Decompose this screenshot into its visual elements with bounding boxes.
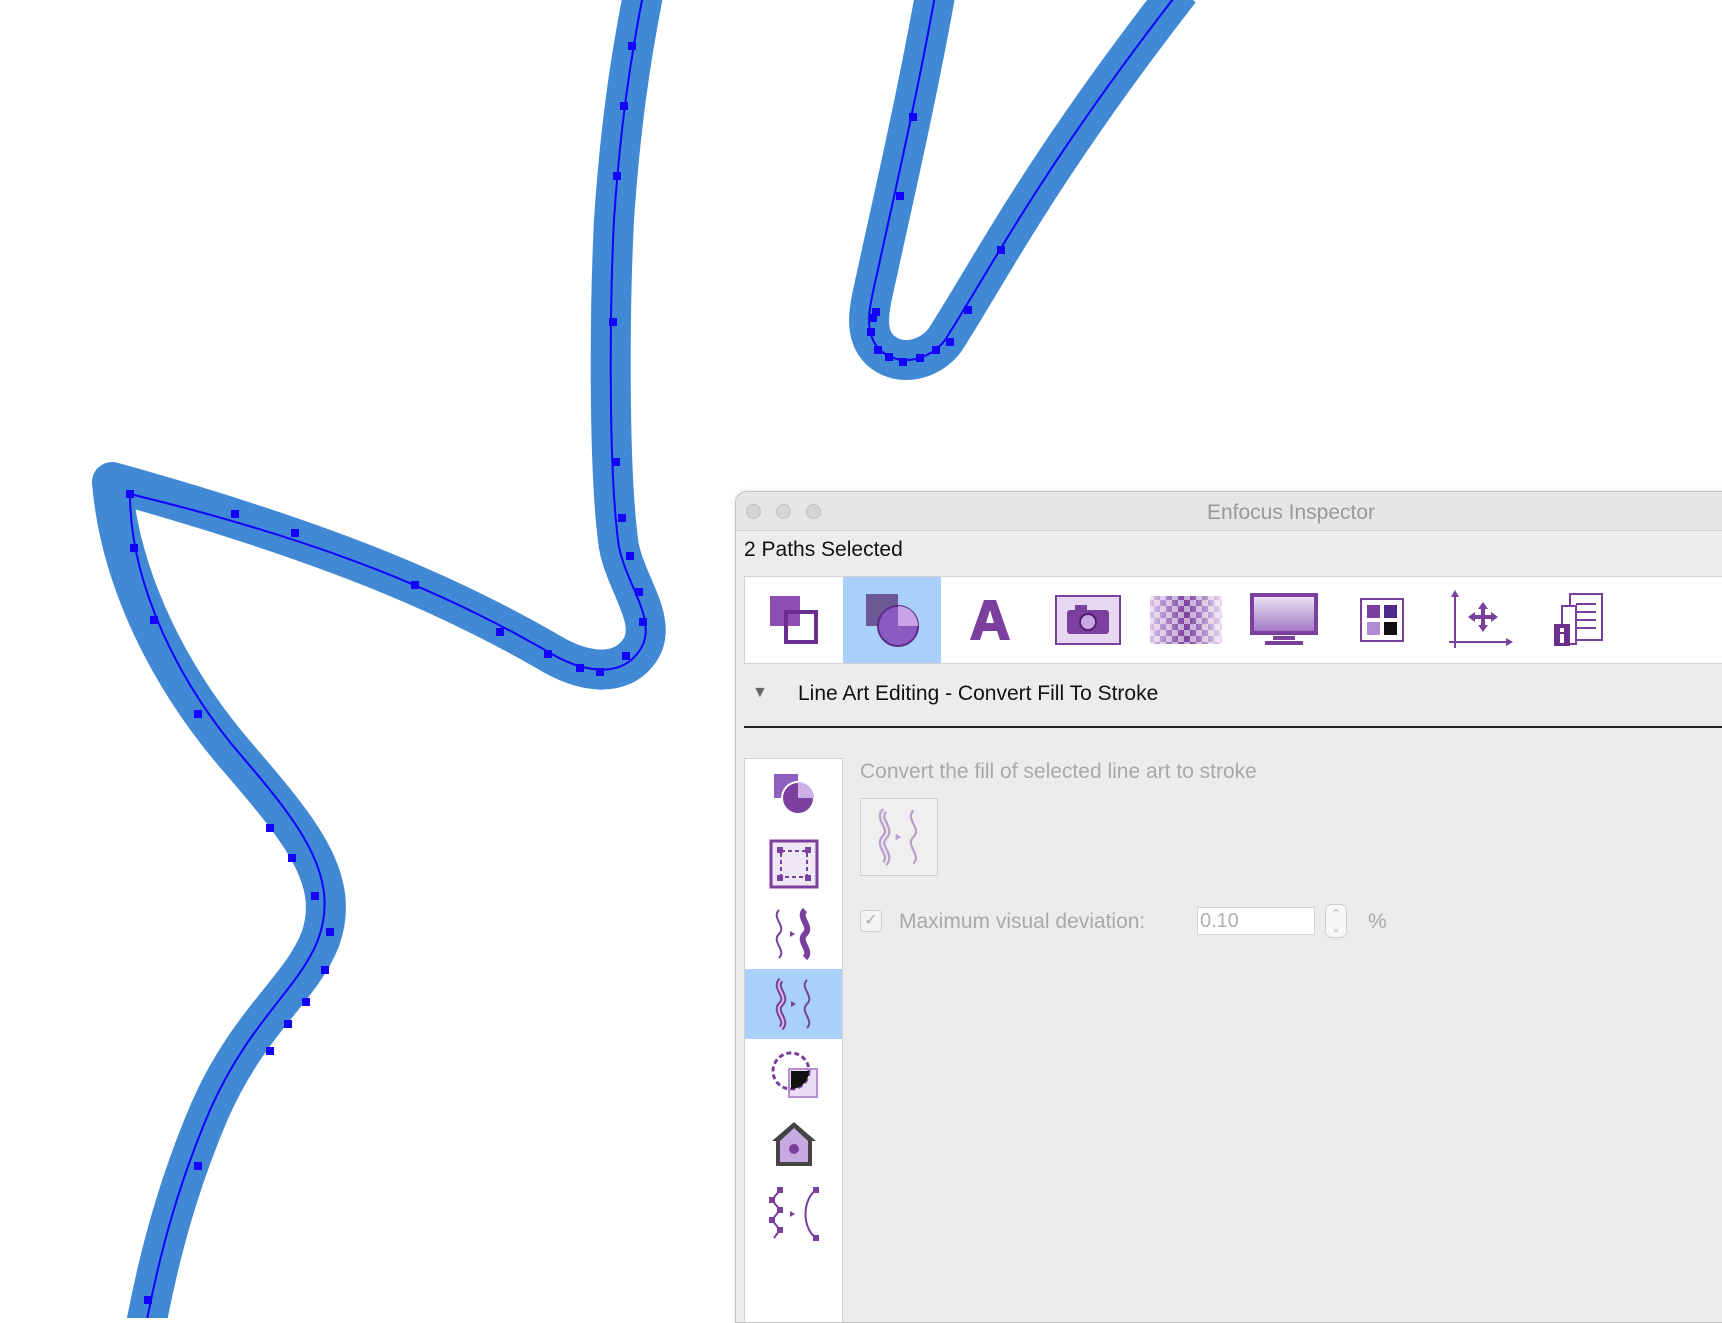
path-anchor-point[interactable] [885,353,893,361]
path-anchor-point[interactable] [612,458,620,466]
section-title: Line Art Editing - Convert Fill To Strok… [798,682,1159,705]
path-anchor-point[interactable] [909,113,917,121]
max-deviation-input[interactable] [1197,907,1315,935]
selected-path-left[interactable] [92,0,666,1318]
color-swatches-icon [1360,598,1404,642]
path-anchor-point[interactable] [194,1162,202,1170]
convert-fill-to-stroke-button[interactable] [860,798,938,876]
toolbar-position-button[interactable] [1431,577,1529,663]
action-item-clipping[interactable] [745,1039,842,1109]
action-item-convert-stroke-to-fill[interactable] [745,899,842,969]
simplify-path-icon [768,1187,819,1241]
toolbar-line-art-button[interactable] [843,577,941,663]
path-anchor-point[interactable] [411,581,419,589]
path-anchor-point[interactable] [150,616,158,624]
toolbar-image-button[interactable] [1039,577,1137,663]
path-anchor-point[interactable] [321,966,329,974]
path-anchor-point[interactable] [266,824,274,832]
move-axes-icon [1449,590,1513,648]
monitor-icon [1250,593,1318,645]
text-icon [970,600,1010,640]
stepper-up-icon[interactable]: ⌃ [1326,907,1346,921]
path-anchor-point[interactable] [639,618,647,626]
document-info-icon [1554,593,1603,646]
path-anchor-point[interactable] [874,346,882,354]
path-anchor-point[interactable] [946,338,954,346]
path-anchor-point[interactable] [622,652,630,660]
toolbar-display-button[interactable] [1235,577,1333,663]
max-deviation-unit: % [1368,910,1387,933]
path-anchor-point[interactable] [302,998,310,1006]
path-anchor-point[interactable] [618,514,626,522]
checkmark-icon: ✓ [864,912,878,929]
path-anchor-point[interactable] [576,664,584,672]
path-anchor-point[interactable] [620,102,628,110]
toolbar-text-button[interactable] [941,577,1039,663]
path-anchor-point[interactable] [596,668,604,676]
path-anchor-point[interactable] [896,192,904,200]
selection-status: 2 Paths Selected [744,538,903,561]
bounding-box-icon [769,839,818,889]
enfocus-inspector-window: Enfocus Inspector 2 Paths Selected ▼ Lin… [735,491,1722,1323]
path-anchor-point[interactable] [126,490,134,498]
toolbar-transparency-button[interactable] [1137,577,1235,663]
action-item-shape[interactable] [745,759,842,829]
action-item-convert-fill-to-stroke[interactable] [745,969,842,1039]
path-anchor-point[interactable] [231,510,239,518]
path-anchor-point[interactable] [311,892,319,900]
fill-to-stroke-icon [775,977,810,1031]
path-anchor-point[interactable] [130,544,138,552]
stroke-to-fill-icon [775,907,810,961]
path-anchor-point[interactable] [932,346,940,354]
path-anchor-point[interactable] [288,854,296,862]
path-anchor-point[interactable] [628,42,636,50]
toolbar-color-button[interactable] [1333,577,1431,663]
max-deviation-label: Maximum visual deviation: [899,910,1146,933]
stepper-down-icon[interactable]: ⌄ [1326,922,1346,936]
action-item-trap[interactable] [745,1109,842,1179]
path-anchor-point[interactable] [964,306,972,314]
path-anchor-point[interactable] [291,529,299,537]
path-anchor-point[interactable] [626,552,634,560]
path-anchor-point[interactable] [609,318,617,326]
clip-shape-icon [771,1051,818,1098]
path-anchor-point[interactable] [867,328,875,336]
line-art-icon [866,594,919,647]
action-item-simplify-path[interactable] [745,1179,842,1249]
action-list [744,758,843,1322]
path-anchor-point[interactable] [997,246,1005,254]
shape-icon [773,774,815,815]
section-header[interactable]: ▼ Line Art Editing - Convert Fill To Str… [744,672,1722,728]
inspector-toolbar [744,576,1722,664]
toolbar-objects-button[interactable] [745,577,843,663]
path-anchor-point[interactable] [194,710,202,718]
window-titlebar[interactable]: Enfocus Inspector [736,492,1722,531]
path-anchor-point[interactable] [613,172,621,180]
action-description: Convert the fill of selected line art to… [860,760,1257,783]
path-anchor-point[interactable] [916,354,924,362]
path-anchor-point[interactable] [284,1020,292,1028]
path-anchor-point[interactable] [899,358,907,366]
path-anchor-point[interactable] [635,588,643,596]
window-title: Enfocus Inspector [1206,501,1376,524]
toolbar-document-info-button[interactable] [1529,577,1627,663]
house-icon [771,1122,816,1166]
path-anchor-point[interactable] [326,928,334,936]
disclosure-triangle-icon[interactable]: ▼ [752,684,768,702]
action-item-bounds[interactable] [745,829,842,899]
path-anchor-point[interactable] [869,314,877,322]
transparency-icon [1150,596,1222,644]
max-deviation-checkbox[interactable]: ✓ [860,910,882,932]
camera-icon [1055,595,1121,645]
objects-icon [770,596,818,644]
path-anchor-point[interactable] [544,650,552,658]
fill-to-stroke-icon [878,808,917,866]
selected-path-right[interactable] [849,0,1196,380]
max-deviation-stepper[interactable]: ⌃ ⌄ [1325,904,1347,938]
path-anchor-point[interactable] [266,1047,274,1055]
path-anchor-point[interactable] [496,628,504,636]
path-anchor-point[interactable] [144,1296,152,1304]
